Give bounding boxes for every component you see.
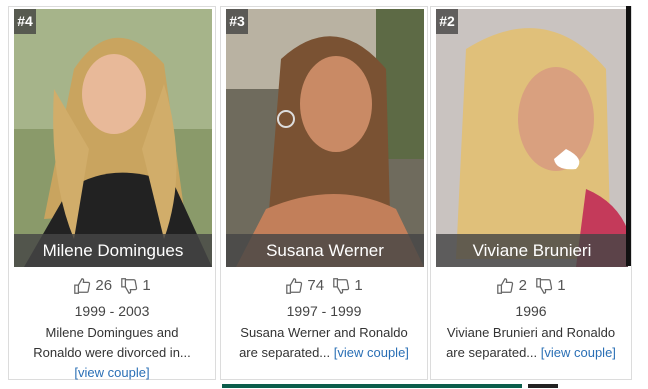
description-text: are separated... [446,345,538,360]
dislike-count: 1 [142,277,151,295]
dislike-count: 1 [557,277,566,295]
rank-badge: #4 [14,9,36,34]
thumbs-up-icon [497,278,514,294]
couple-card-susana: #3 Susana Werner 74 1 1997 - 1999 Susana… [220,6,428,380]
relationship-years: 1997 - 1999 [286,303,362,319]
card-name[interactable]: Susana Werner [226,234,424,267]
next-row-edge-2 [528,384,558,388]
description-text: are separated... [239,345,331,360]
relationship-years: 1996 [515,303,547,319]
description: Milene Domingues and Ronaldo were divorc… [17,323,207,383]
photo-milene[interactable]: #4 Milene Domingues [14,9,212,267]
like-button[interactable]: 2 [496,277,527,295]
view-couple-link[interactable]: [view couple] [334,345,409,360]
dislike-count: 1 [354,277,363,295]
photo-susana[interactable]: #3 Susana Werner [226,9,424,267]
like-button[interactable]: 26 [73,277,112,295]
description-line-1: Milene Domingues and [45,325,179,340]
description: Viviane Brunieri and Ronaldo are separat… [439,323,623,363]
vote-row: 74 1 [221,277,427,295]
thumbs-down-icon [121,278,138,294]
rank-badge: #2 [436,9,458,34]
rank-badge: #3 [226,9,248,34]
dislike-button[interactable]: 1 [120,277,151,295]
relationship-years: 1999 - 2003 [74,303,150,319]
description-line-2: are separated... [view couple] [229,343,419,363]
like-button[interactable]: 74 [285,277,324,295]
couple-card-milene: #4 Milene Domingues 26 1 1999 - 2003 Mil… [8,6,216,380]
couple-card-viviane: #2 Viviane Brunieri 2 1 1996 Viviane Bru… [430,6,632,380]
card-name[interactable]: Viviane Brunieri [436,234,628,267]
scroll-edge [626,6,631,266]
description: Susana Werner and Ronaldo are separated.… [229,323,419,363]
next-row-edge [222,384,522,388]
like-count: 74 [307,277,325,295]
photo-viviane[interactable]: #2 Viviane Brunieri [436,9,628,267]
description-line-1: Susana Werner and Ronaldo [240,325,408,340]
dislike-button[interactable]: 1 [535,277,566,295]
description-line-2: Ronaldo were divorced in... [33,345,191,360]
description-line-1: Viviane Brunieri and Ronaldo [446,325,616,340]
thumbs-up-icon [286,278,303,294]
view-couple-link[interactable]: [view couple] [541,345,616,360]
dislike-button[interactable]: 1 [332,277,363,295]
portrait-image [436,9,628,267]
card-name[interactable]: Milene Domingues [14,234,212,267]
thumbs-down-icon [333,278,350,294]
portrait-image [226,9,424,267]
like-count: 2 [518,277,527,295]
thumbs-down-icon [536,278,553,294]
vote-row: 26 1 [9,277,215,295]
vote-row: 2 1 [431,277,631,295]
portrait-image [14,9,212,267]
view-couple-link[interactable]: [view couple] [74,365,149,380]
like-count: 26 [95,277,113,295]
thumbs-up-icon [74,278,91,294]
description-line-2: are separated... [view couple] [439,343,623,363]
